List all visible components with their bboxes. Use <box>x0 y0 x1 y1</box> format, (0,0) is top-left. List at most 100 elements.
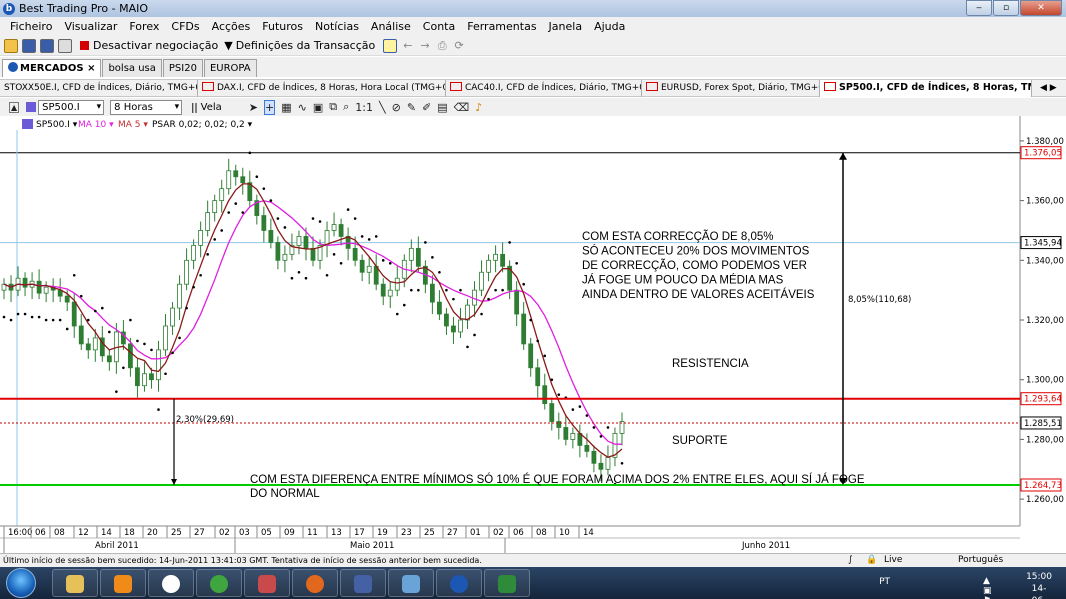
menu-cfds[interactable]: CFDs <box>171 20 199 33</box>
price-chart[interactable]: SP500.I ▾ MA 10 ▾ MA 5 ▾ PSAR 0,02; 0,02; 0… <box>0 116 1066 553</box>
open-folder-icon[interactable] <box>4 38 18 53</box>
tab-psi20[interactable]: PSI20 <box>162 59 203 77</box>
app-taskbar-button[interactable] <box>244 569 290 597</box>
alert-icon[interactable]: ♪ <box>475 101 482 114</box>
candle-body <box>493 253 498 261</box>
psar-dot <box>304 276 308 280</box>
stop-trading-icon[interactable] <box>80 41 89 50</box>
pencil-icon[interactable]: ✎ <box>407 101 416 114</box>
psar-dot <box>178 336 181 340</box>
clock[interactable]: 15:00 14-06-2011 <box>1026 571 1052 599</box>
print-icon[interactable] <box>58 38 72 53</box>
close-icon[interactable]: ✕ <box>1020 0 1062 16</box>
chart-area[interactable]: SP500.I ▾ MA 10 ▾ MA 5 ▾ PSAR 0,02; 0,02; 0… <box>0 116 1066 553</box>
instrument-select[interactable]: SP500.I <box>38 99 105 115</box>
candle-body <box>135 367 140 387</box>
candle-body <box>444 313 449 327</box>
forward-icon[interactable]: → <box>420 39 429 52</box>
firefox-taskbar-button[interactable] <box>292 569 338 597</box>
tool-icon <box>354 575 372 593</box>
minimize-icon[interactable]: ‒ <box>966 0 992 16</box>
menu-analise[interactable]: Análise <box>371 20 411 33</box>
indicators-icon[interactable]: ▦ <box>281 101 291 114</box>
psar-dot <box>388 261 392 265</box>
price-tick-label: 1.260,00 <box>1026 495 1064 505</box>
chart-tab-icon <box>202 82 214 91</box>
menu-noticias[interactable]: Notícias <box>315 20 359 33</box>
layout-icon[interactable] <box>383 38 398 53</box>
maximize-icon[interactable]: ▫ <box>993 0 1019 16</box>
psar-dot <box>30 315 34 319</box>
chart-tab-sp500[interactable]: SP500.I, CFD de Índices, 8 Horas, TMG+0 … <box>820 80 1032 97</box>
tab-mercados-label: MERCADOS <box>20 63 84 74</box>
control-panel-taskbar-button[interactable] <box>388 569 434 597</box>
utorrent-taskbar-button[interactable] <box>196 569 242 597</box>
chart-tab-stoxx50e[interactable]: STOXX50E.I, CFD de Índices, Diário, TMG+… <box>0 80 198 97</box>
tray-icons[interactable]: ▲ ▣ ⚑ ◐ ıl <box>983 576 996 599</box>
clock-date: 14-06-2011 <box>1031 584 1047 599</box>
zoom-icon[interactable]: ⌕ <box>343 100 349 114</box>
tray-language[interactable]: PT <box>879 577 890 587</box>
save-icon[interactable] <box>22 38 36 53</box>
candle-body <box>163 325 168 351</box>
deactivate-trading-button[interactable]: Desactivar negociação <box>93 39 218 52</box>
time-tick-label: 27 <box>447 528 458 538</box>
menu-janela[interactable]: Janela <box>549 20 583 33</box>
menu-ferramentas[interactable]: Ferramentas <box>467 20 536 33</box>
start-button[interactable] <box>6 568 36 598</box>
tab-scroll-arrows[interactable]: ◀ ▶ <box>1036 80 1066 97</box>
trash-icon[interactable]: ⌫ <box>454 101 470 114</box>
collapse-icon[interactable]: ▲ <box>9 101 20 113</box>
hp-taskbar-button[interactable] <box>148 569 194 597</box>
tab-bolsa-usa[interactable]: bolsa usa <box>102 59 162 77</box>
tab-mercados[interactable]: MERCADOS × <box>2 59 102 77</box>
crosshair-icon[interactable]: + <box>264 99 276 115</box>
media-taskbar-button[interactable] <box>100 569 146 597</box>
menu-conta[interactable]: Conta <box>423 20 455 33</box>
wave-icon[interactable]: ∿ <box>298 101 307 114</box>
psar-dot <box>466 345 469 349</box>
cursor-icon[interactable]: ➤ <box>249 101 258 114</box>
time-tick-label: 25 <box>424 528 435 538</box>
explorer-taskbar-button[interactable] <box>52 569 98 597</box>
psar-dot <box>508 241 511 244</box>
tab-close-icon[interactable]: × <box>87 63 95 74</box>
transaction-settings-button[interactable]: Definições da Transacção <box>236 39 376 52</box>
chart-style-select[interactable]: Vela <box>201 102 222 113</box>
time-tick-label: 12 <box>78 528 89 538</box>
month-label: Abril 2011 <box>95 541 139 551</box>
period-select[interactable]: 8 Horas <box>110 99 183 115</box>
save-all-icon[interactable] <box>40 38 54 53</box>
chart-tab-eurusd[interactable]: EURUSD, Forex Spot, Diário, TMG+0 <box>642 80 820 97</box>
back-icon[interactable]: ← <box>403 39 412 52</box>
legend-psar: PSAR 0,02; 0,02; 0,2 ▾ <box>152 120 253 130</box>
menu-accoes[interactable]: Acções <box>212 20 251 33</box>
trading-taskbar-button[interactable] <box>436 569 482 597</box>
menu-futuros[interactable]: Futuros <box>262 20 303 33</box>
tab-europa[interactable]: EUROPA <box>203 59 257 77</box>
menu-ajuda[interactable]: Ajuda <box>594 20 625 33</box>
menu-ficheiro[interactable]: Ficheiro <box>10 20 52 33</box>
draw-tool-icon[interactable]: ⊘ <box>392 101 401 114</box>
psar-dot <box>227 211 231 214</box>
app-icon <box>258 575 276 593</box>
paint-icon[interactable]: ✐ <box>422 101 431 114</box>
chart-tab-dax[interactable]: DAX.I, CFD de Índices, 8 Horas, Hora Loc… <box>198 80 446 97</box>
object-list-icon[interactable]: ▤ <box>437 101 447 114</box>
excel-taskbar-button[interactable] <box>484 569 530 597</box>
time-tick-label: 06 <box>513 528 524 538</box>
refresh-icon[interactable]: ⟳ <box>455 39 464 52</box>
ratio-icon[interactable]: 1:1 <box>355 101 373 114</box>
psar-dot <box>599 435 603 438</box>
small-move-label: 2,30%(29,69) <box>176 415 234 425</box>
menu-forex[interactable]: Forex <box>129 20 159 33</box>
tool-taskbar-button[interactable] <box>340 569 386 597</box>
psar-dot <box>37 315 41 319</box>
chart-tab-cac40[interactable]: CAC40.I, CFD de Índices, Diário, TMG+0 <box>446 80 642 97</box>
line-tool-icon[interactable]: ╲ <box>379 101 386 114</box>
print-preview-icon[interactable]: ⎙ <box>438 39 447 53</box>
template-icon[interactable]: ⧉ <box>329 100 337 114</box>
menu-visualizar[interactable]: Visualizar <box>64 20 117 33</box>
psar-dot <box>438 270 441 274</box>
table-icon[interactable]: ▣ <box>313 101 323 114</box>
